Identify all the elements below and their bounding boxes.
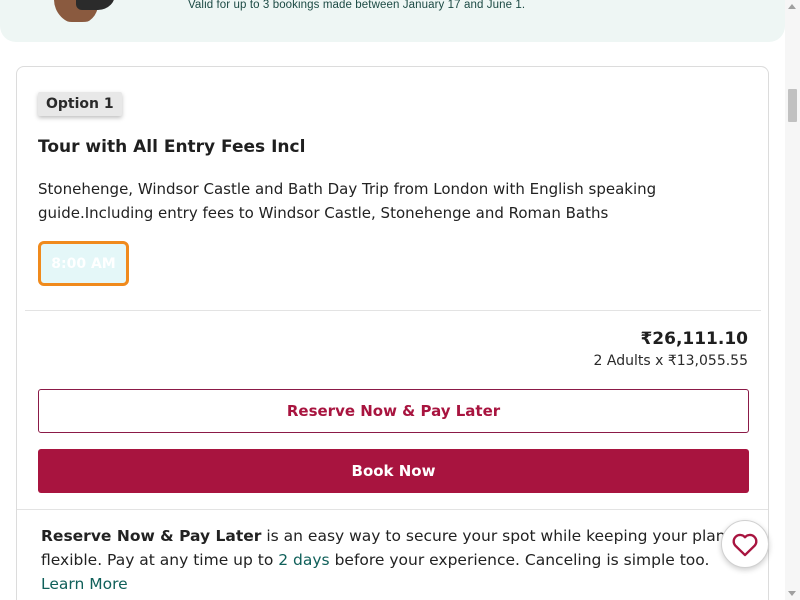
favorite-button[interactable]: [721, 520, 769, 568]
heart-icon: [732, 533, 758, 557]
learn-more-link[interactable]: Learn More: [41, 572, 128, 596]
rnpl-days-highlight: 2 days: [278, 551, 330, 569]
scrollbar[interactable]: [785, 0, 800, 600]
price-breakdown: 2 Adults x ₹13,055.55: [593, 353, 748, 369]
promo-banner: Valid for up to 3 bookings made between …: [0, 0, 785, 42]
divider: [25, 310, 761, 311]
scroll-thumb[interactable]: [788, 89, 797, 122]
promo-validity-text: Valid for up to 3 bookings made between …: [188, 0, 526, 11]
rnpl-title: Reserve Now & Pay Later: [41, 527, 262, 545]
time-slot-button[interactable]: 8:00 AM: [38, 241, 129, 286]
option-description: Stonehenge, Windsor Castle and Bath Day …: [38, 180, 657, 222]
promo-image: [48, 0, 116, 22]
option-badge: Option 1: [38, 92, 122, 116]
scroll-up-arrow-icon[interactable]: [788, 4, 796, 9]
option-card: Option 1 Tour with All Entry Fees Incl S…: [16, 66, 769, 600]
price-total: ₹26,111.10: [640, 329, 748, 349]
rnpl-text-2: before your experience. Canceling is sim…: [334, 551, 710, 569]
reserve-now-pay-later-button[interactable]: Reserve Now & Pay Later: [38, 389, 749, 433]
option-title: Tour with All Entry Fees Incl: [38, 137, 306, 157]
divider: [17, 509, 768, 510]
scroll-down-arrow-icon[interactable]: [788, 591, 796, 596]
reserve-pay-later-info: Reserve Now & Pay Later is an easy way t…: [41, 524, 741, 596]
book-now-button[interactable]: Book Now: [38, 449, 749, 493]
